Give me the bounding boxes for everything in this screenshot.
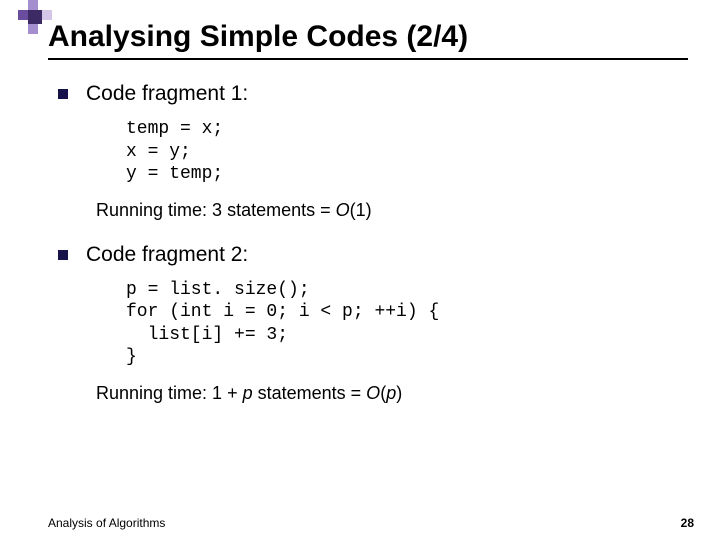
running-time-1: Running time: 3 statements = O(1)	[96, 200, 694, 221]
corner-decoration	[18, 0, 52, 34]
running-2-var: p	[386, 383, 396, 403]
running-2-bigO: O	[366, 383, 380, 403]
running-2-p: p	[243, 383, 253, 403]
running-time-2: Running time: 1 + p statements = O(p)	[96, 383, 694, 404]
square-bullet-icon	[58, 89, 68, 99]
bullet-fragment-2: Code fragment 2:	[48, 243, 694, 267]
title-underline	[48, 58, 688, 60]
bullet-fragment-1: Code fragment 1:	[48, 82, 694, 106]
slide-title: Analysing Simple Codes (2/4)	[48, 20, 694, 54]
code-block-2: p = list. size(); for (int i = 0; i < p;…	[126, 279, 694, 369]
bullet-2-text: Code fragment 2:	[86, 243, 248, 267]
running-2-prefix: Running time: 1 +	[96, 383, 243, 403]
bullet-1-text: Code fragment 1:	[86, 82, 248, 106]
running-2-close: )	[396, 383, 402, 403]
running-2-mid: statements =	[253, 383, 367, 403]
running-1-prefix: Running time: 3 statements =	[96, 200, 336, 220]
running-1-arg: (1)	[350, 200, 372, 220]
slide-body: Analysing Simple Codes (2/4) Code fragme…	[48, 20, 694, 520]
running-1-bigO: O	[336, 200, 350, 220]
square-bullet-icon	[58, 250, 68, 260]
footer-label: Analysis of Algorithms	[48, 516, 165, 530]
slide-footer: Analysis of Algorithms 28	[48, 516, 694, 530]
page-number: 28	[681, 516, 694, 530]
code-block-1: temp = x; x = y; y = temp;	[126, 118, 694, 186]
